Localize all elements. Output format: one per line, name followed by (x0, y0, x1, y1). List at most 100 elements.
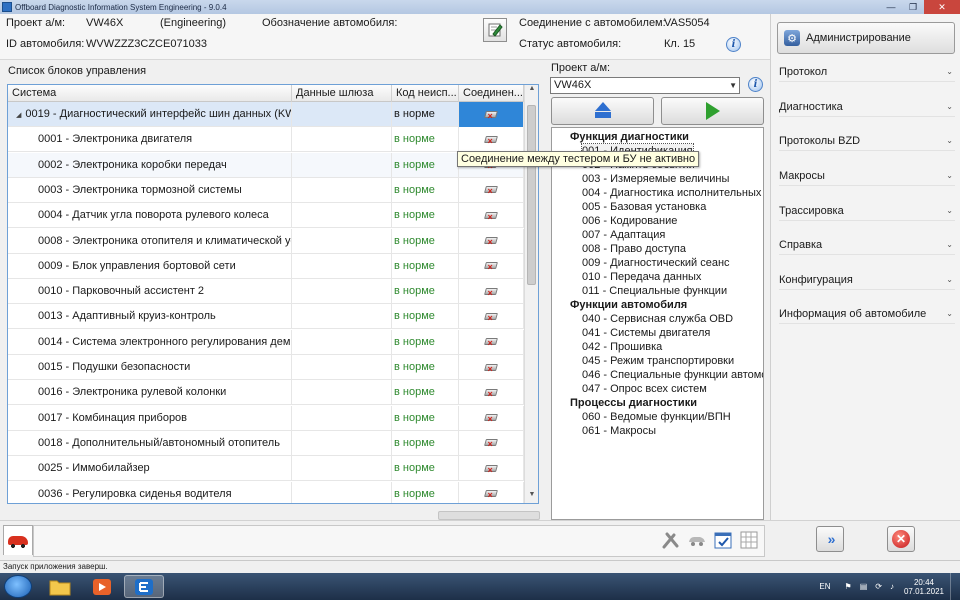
disconnected-plug-icon: × (483, 109, 499, 121)
tree-item[interactable]: 060 - Ведомые функции/ВПН (582, 410, 731, 424)
eject-button[interactable] (551, 97, 654, 125)
tray-volume-icon[interactable]: ♪ (890, 582, 894, 591)
checklist-icon[interactable] (712, 529, 734, 551)
tree-group-header[interactable]: Функция диагностики (570, 130, 689, 144)
connection-cell[interactable]: × (459, 253, 524, 279)
project-info-icon[interactable]: i (748, 77, 763, 92)
connection-cell[interactable]: × (459, 279, 524, 305)
sidebar-item[interactable]: Конфигурация ⌄ (779, 270, 955, 290)
table-row[interactable]: 0001 - Электроника двигателя в норме × (8, 127, 524, 153)
start-button-icon[interactable] (4, 575, 32, 598)
column-header-connection[interactable]: Соединен... (459, 85, 524, 102)
tray-sync-icon[interactable]: ⟳ (875, 582, 882, 591)
grid-vertical-scrollbar[interactable]: ▲ ▼ (524, 85, 538, 503)
tree-item[interactable]: 042 - Прошивка (582, 340, 662, 354)
table-row[interactable]: 0009 - Блок управления бортовой сети в но… (8, 253, 524, 279)
scroll-down-arrow-icon[interactable]: ▼ (525, 491, 538, 503)
column-header-gateway[interactable]: Данные шлюза (292, 85, 392, 102)
tree-item[interactable]: 045 - Режим транспортировки (582, 354, 734, 368)
connection-cell[interactable]: × (459, 329, 524, 355)
table-row[interactable]: 0004 - Датчик угла поворота рулевого кол… (8, 203, 524, 229)
tree-item[interactable]: 005 - Базовая установка (582, 200, 706, 214)
tree-item[interactable]: 046 - Специальные функции автомобиля (582, 368, 763, 382)
connection-cell[interactable]: × (459, 228, 524, 254)
sidebar-item[interactable]: Макросы ⌄ (779, 166, 955, 186)
collapse-caret-icon[interactable]: ◢ (16, 112, 21, 119)
sidebar-item[interactable]: Протоколы BZD ⌄ (779, 131, 955, 151)
language-indicator[interactable]: EN (819, 582, 830, 591)
taskbar-odis[interactable] (124, 575, 164, 598)
tray-network-icon[interactable]: ▤ (860, 582, 868, 591)
connection-cell[interactable]: × (459, 456, 524, 482)
table-row[interactable]: 0036 - Регулировка сиденья водителя в нор… (8, 481, 524, 503)
disconnected-plug-icon: × (483, 134, 499, 146)
sidebar-item[interactable]: Диагностика ⌄ (779, 97, 955, 117)
tree-item[interactable]: 041 - Системы двигателя (582, 326, 710, 340)
table-row[interactable]: 0015 - Подушки безопасности в норме × (8, 355, 524, 380)
column-header-system[interactable]: Система (8, 85, 292, 102)
table-row[interactable]: 0014 - Система электронного регулировани… (8, 329, 524, 355)
connection-cell[interactable]: × (459, 127, 524, 153)
connection-cell[interactable]: × (459, 405, 524, 431)
tree-group-header[interactable]: Процессы диагностики (570, 396, 697, 410)
connection-cell[interactable]: × (459, 355, 524, 380)
exit-button[interactable]: ✕ (887, 526, 915, 552)
table-row[interactable]: 0008 - Электроника отопителя и климатиче… (8, 228, 524, 254)
table-row[interactable]: 0016 - Электроника рулевой колонки в норм… (8, 380, 524, 406)
tree-item[interactable]: 003 - Измеряемые величины (582, 172, 729, 186)
project-select[interactable]: VW46X ▼ (550, 77, 740, 94)
tree-group-header[interactable]: Функции автомобиля (570, 298, 687, 312)
taskbar-explorer[interactable] (40, 575, 80, 598)
table-row[interactable]: ◢ 0019 - Диагностический интерфейс шин да… (8, 102, 524, 127)
tree-item[interactable]: 004 - Диагностика исполнительных механиз… (582, 186, 763, 200)
start-button[interactable] (661, 97, 764, 125)
table-row[interactable]: 0018 - Дополнительный/автономный отопите… (8, 430, 524, 456)
taskbar-media-player[interactable] (82, 575, 122, 598)
tree-item[interactable]: 009 - Диагностический сеанс (582, 256, 730, 270)
tools-icon[interactable] (660, 529, 682, 551)
administration-button[interactable]: ⚙ Администрирование (777, 22, 955, 54)
show-desktop-button[interactable] (950, 573, 960, 600)
sidebar-item[interactable]: Трассировка ⌄ (779, 201, 955, 221)
connection-cell[interactable]: × (459, 102, 524, 127)
tree-item[interactable]: 008 - Право доступа (582, 242, 686, 256)
table-row[interactable]: 0002 - Электроника коробки передач в норм… (8, 152, 524, 178)
table-row[interactable]: 0025 - Иммобилайзер в норме × (8, 456, 524, 482)
table-row[interactable]: 0013 - Адаптивный круиз-контроль в норме × (8, 304, 524, 330)
table-row[interactable]: 0017 - Комбинация приборов в норме × (8, 405, 524, 431)
connection-cell[interactable]: × (459, 380, 524, 406)
vehicle-tab[interactable] (3, 525, 33, 555)
sidebar-item[interactable]: Справка ⌄ (779, 235, 955, 255)
connection-cell[interactable]: × (459, 177, 524, 203)
column-header-dtc[interactable]: Код неисп... (392, 85, 459, 102)
connection-cell[interactable]: × (459, 203, 524, 229)
forward-button[interactable]: » (816, 526, 844, 552)
info-icon[interactable]: i (726, 37, 741, 52)
clock[interactable]: 20:44 07.01.2021 (904, 578, 944, 596)
sidebar-item[interactable]: Протокол ⌄ (779, 62, 955, 82)
tree-item[interactable]: 010 - Передача данных (582, 270, 701, 284)
maximize-button[interactable]: ❐ (902, 0, 924, 14)
minimize-button[interactable]: — (880, 0, 902, 14)
table-row[interactable]: 0010 - Парковочный ассистент 2 в норме × (8, 279, 524, 305)
tree-item[interactable]: 040 - Сервисная служба OBD (582, 312, 733, 326)
tree-item[interactable]: 061 - Макросы (582, 424, 656, 438)
connection-cell[interactable]: × (459, 304, 524, 330)
tree-item[interactable]: 007 - Адаптация (582, 228, 665, 242)
tree-item[interactable]: 006 - Кодирование (582, 214, 677, 228)
table-view-icon[interactable] (738, 529, 760, 551)
scroll-thumb[interactable] (527, 105, 536, 285)
connection-cell[interactable]: × (459, 481, 524, 503)
table-row[interactable]: 0003 - Электроника тормозной системы в но… (8, 177, 524, 203)
car-disabled-icon[interactable] (686, 529, 708, 551)
horizontal-scrollbar[interactable] (438, 511, 540, 520)
edit-vehicle-button[interactable] (483, 18, 507, 42)
system-name: 0008 - Электроника отопителя и климатиче… (38, 234, 291, 247)
connection-cell[interactable]: × (459, 430, 524, 456)
sidebar-item[interactable]: Информация об автомобиле ⌄ (779, 304, 955, 324)
tree-item[interactable]: 047 - Опрос всех систем (582, 382, 707, 396)
tray-flag-icon[interactable]: ⚑ (845, 582, 852, 591)
tree-item[interactable]: 011 - Специальные функции (582, 284, 727, 298)
close-window-button[interactable]: ✕ (924, 0, 960, 14)
scroll-up-arrow-icon[interactable]: ▲ (525, 85, 538, 97)
